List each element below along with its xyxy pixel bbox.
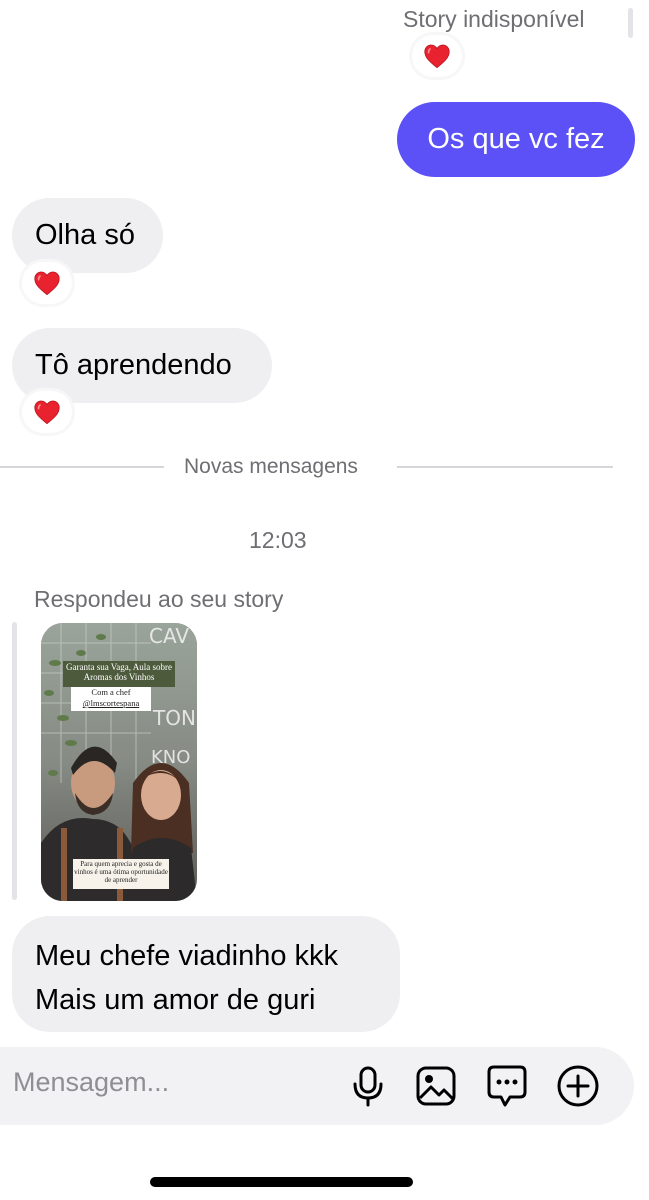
story-chef-line: Com a chef	[91, 687, 131, 697]
incoming-message-line: Meu chefe viadinho kkk	[35, 940, 339, 972]
heart-reaction[interactable]	[412, 35, 462, 77]
incoming-message-line: Mais um amor de guri	[35, 984, 316, 1016]
heart-reaction[interactable]	[22, 391, 72, 433]
image-icon[interactable]	[414, 1064, 458, 1108]
message-input[interactable]: Mensagem...	[13, 1067, 169, 1098]
story-bottom-caption: Para quem aprecia e gosta de vinhos é um…	[74, 860, 168, 885]
incoming-message-text: Tô aprendendo	[35, 349, 232, 381]
home-indicator[interactable]	[150, 1177, 413, 1187]
heart-reaction[interactable]	[22, 262, 72, 304]
story-reply-bar	[628, 8, 633, 38]
story-chef-handle: @lmscortespana	[82, 698, 140, 708]
story-thumbnail[interactable]: CAV B TON KNO Garanta sua Vaga, Aula sob…	[41, 623, 197, 901]
heart-icon	[34, 400, 60, 425]
divider-line-left	[0, 466, 164, 468]
svg-text:TON: TON	[152, 706, 196, 730]
plus-circle-icon[interactable]	[556, 1064, 600, 1108]
heart-icon	[424, 44, 450, 69]
new-messages-divider-label: Novas mensagens	[184, 455, 358, 478]
incoming-message-text: Olha só	[35, 219, 135, 251]
story-unavailable-label: Story indisponível	[403, 6, 585, 32]
replied-to-story-label: Respondeu ao seu story	[34, 586, 284, 612]
timestamp: 12:03	[249, 527, 307, 553]
divider-line-right	[397, 466, 613, 468]
outgoing-message-text: Os que vc fez	[427, 123, 605, 155]
incoming-message-bubble[interactable]: Olha só	[12, 198, 163, 273]
microphone-icon[interactable]	[346, 1064, 390, 1108]
incoming-message-bubble[interactable]: Meu chefe viadinho kkk Mais um amor de g…	[12, 916, 400, 1032]
heart-icon	[34, 271, 60, 296]
chat-bubble-icon[interactable]	[485, 1064, 529, 1108]
outgoing-message-bubble[interactable]: Os que vc fez	[397, 102, 635, 177]
story-top-caption: Garanta sua Vaga, Aula sobre Aromas dos …	[65, 662, 173, 683]
svg-text:CAV: CAV	[149, 624, 189, 648]
story-reply-bar	[12, 622, 17, 900]
